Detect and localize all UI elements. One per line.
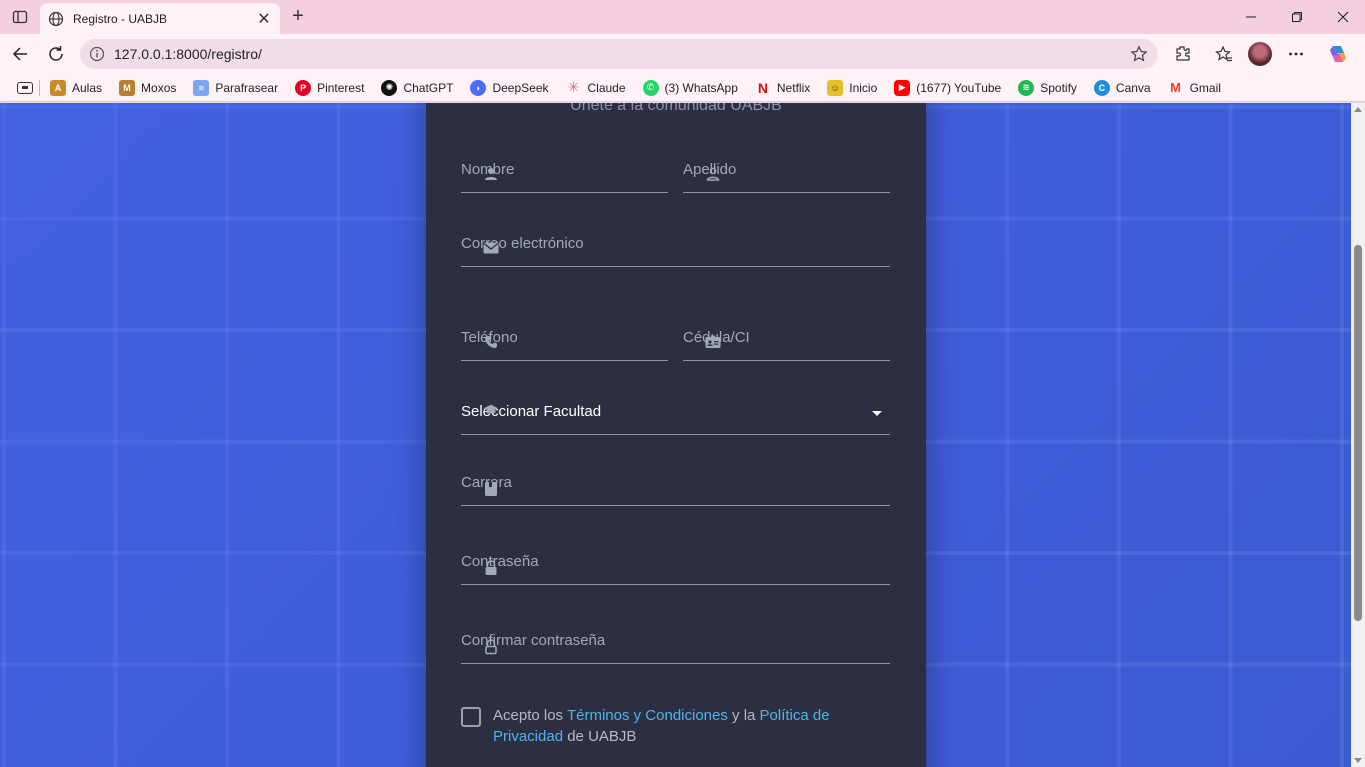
claude-icon: ✳	[567, 79, 580, 95]
apellido-field[interactable]: Apellido	[683, 153, 890, 193]
lock-outline-icon	[483, 639, 499, 655]
bookmark-chatgpt[interactable]: ✺ ChatGPT	[381, 79, 453, 96]
whatsapp-icon: ✆	[642, 79, 659, 96]
chevron-down-icon	[872, 411, 882, 416]
phone-icon	[483, 334, 499, 350]
graduation-cap-icon	[483, 402, 499, 418]
page-scrollbar[interactable]	[1351, 103, 1365, 767]
spotify-icon: ≋	[1018, 79, 1035, 96]
terms-text: Acepto los Términos y Condiciones y la P…	[493, 707, 830, 745]
lock-icon	[483, 560, 499, 576]
favorite-star-icon[interactable]	[1130, 45, 1148, 63]
collections-icon[interactable]	[17, 81, 33, 94]
envelope-icon	[483, 240, 499, 256]
facultad-select[interactable]: Seleccionar Facultad	[461, 395, 890, 435]
address-bar[interactable]: 127.0.0.1:8000/registro/	[80, 39, 1158, 69]
browser-tab[interactable]: Registro - UABJB ✕	[40, 3, 280, 34]
minimize-icon[interactable]	[1228, 0, 1274, 34]
url-text: 127.0.0.1:8000/registro/	[114, 46, 262, 62]
bookmark-moxos[interactable]: M Moxos	[119, 79, 176, 96]
globe-icon	[48, 11, 64, 27]
terms-checkbox[interactable]	[461, 707, 481, 727]
reload-icon[interactable]	[44, 42, 68, 66]
confirmar-contrasena-field[interactable]: Confirmar contraseña	[461, 624, 890, 664]
profile-avatar[interactable]	[1248, 42, 1272, 66]
contrasena-placeholder: Contraseña	[461, 553, 539, 570]
deepseek-icon: ◗	[470, 79, 487, 96]
site-info-icon[interactable]	[89, 46, 105, 62]
favorites-icon[interactable]	[1212, 42, 1236, 66]
page-background: Únete a la comunidad UABJB Nombre Apelli…	[0, 103, 1351, 767]
browser-toolbar: 127.0.0.1:8000/registro/	[0, 34, 1365, 74]
id-card-icon	[705, 334, 721, 350]
bookmark-youtube[interactable]: ▶ (1677) YouTube	[894, 79, 1001, 96]
aulas-icon: A	[50, 79, 66, 96]
canva-icon: C	[1093, 79, 1110, 96]
scrollbar-thumb[interactable]	[1354, 245, 1362, 621]
bookmark-spotify[interactable]: ≋ Spotify	[1018, 79, 1077, 96]
bookmark-canva[interactable]: C Canva	[1093, 79, 1151, 96]
carrera-field[interactable]: Carrera	[461, 466, 890, 506]
terminos-link[interactable]: Términos y Condiciones	[567, 707, 728, 724]
form-subtitle: Únete a la comunidad UABJB	[570, 103, 782, 114]
bookmark-netflix[interactable]: N Netflix	[755, 80, 810, 96]
tab-strip: Registro - UABJB ✕ +	[0, 0, 1365, 34]
scroll-down-icon[interactable]	[1354, 758, 1362, 763]
correo-field[interactable]: Correo electrónico	[461, 227, 890, 267]
extensions-icon[interactable]	[1171, 42, 1195, 66]
bookmark-pinterest[interactable]: P Pinterest	[295, 79, 364, 96]
bookmark-claude[interactable]: ✳ Claude	[566, 79, 626, 96]
gmail-icon: M	[1170, 80, 1182, 95]
nombre-field[interactable]: Nombre	[461, 153, 668, 193]
back-icon[interactable]	[8, 42, 32, 66]
user-outline-icon	[705, 166, 721, 182]
tab-title: Registro - UABJB	[73, 11, 168, 26]
registration-card: Únete a la comunidad UABJB Nombre Apelli…	[426, 103, 926, 767]
inicio-icon: ☺	[827, 79, 844, 96]
parafrasear-icon: ≈	[193, 79, 210, 96]
bookmark-deepseek[interactable]: ◗ DeepSeek	[470, 79, 549, 96]
book-icon	[483, 481, 499, 497]
bookmark-inicio[interactable]: ☺ Inicio	[827, 79, 877, 96]
bookmark-parafrasear[interactable]: ≈ Parafrasear	[193, 79, 278, 96]
more-menu-icon[interactable]	[1284, 42, 1308, 66]
copilot-icon[interactable]	[1326, 42, 1350, 66]
restore-icon[interactable]	[1274, 0, 1320, 34]
pinterest-icon: P	[295, 79, 312, 96]
contrasena-field[interactable]: Contraseña	[461, 545, 890, 585]
facultad-value: Seleccionar Facultad	[461, 403, 602, 420]
cedula-field[interactable]: Cédula/CI	[683, 321, 890, 361]
correo-placeholder: Correo electrónico	[461, 235, 584, 252]
close-window-icon[interactable]	[1320, 0, 1365, 34]
new-tab-icon[interactable]: +	[287, 5, 309, 27]
bookmark-aulas[interactable]: A Aulas	[50, 79, 102, 96]
scroll-up-icon[interactable]	[1354, 107, 1362, 112]
bookmarks-divider	[39, 79, 40, 96]
youtube-icon: ▶	[894, 79, 911, 96]
telefono-field[interactable]: Teléfono	[461, 321, 668, 361]
user-icon	[483, 166, 499, 182]
bookmark-gmail[interactable]: M Gmail	[1168, 80, 1221, 96]
tab-actions-icon[interactable]	[8, 6, 32, 28]
bookmark-whatsapp[interactable]: ✆ (3) WhatsApp	[642, 79, 738, 96]
moxos-icon: M	[119, 79, 136, 96]
bookmarks-bar: A Aulas M Moxos ≈ Parafrasear P Pinterest ✺ C…	[0, 74, 1365, 102]
netflix-icon: N	[757, 79, 768, 96]
chatgpt-icon: ✺	[381, 79, 398, 96]
close-tab-icon[interactable]: ✕	[254, 9, 274, 29]
